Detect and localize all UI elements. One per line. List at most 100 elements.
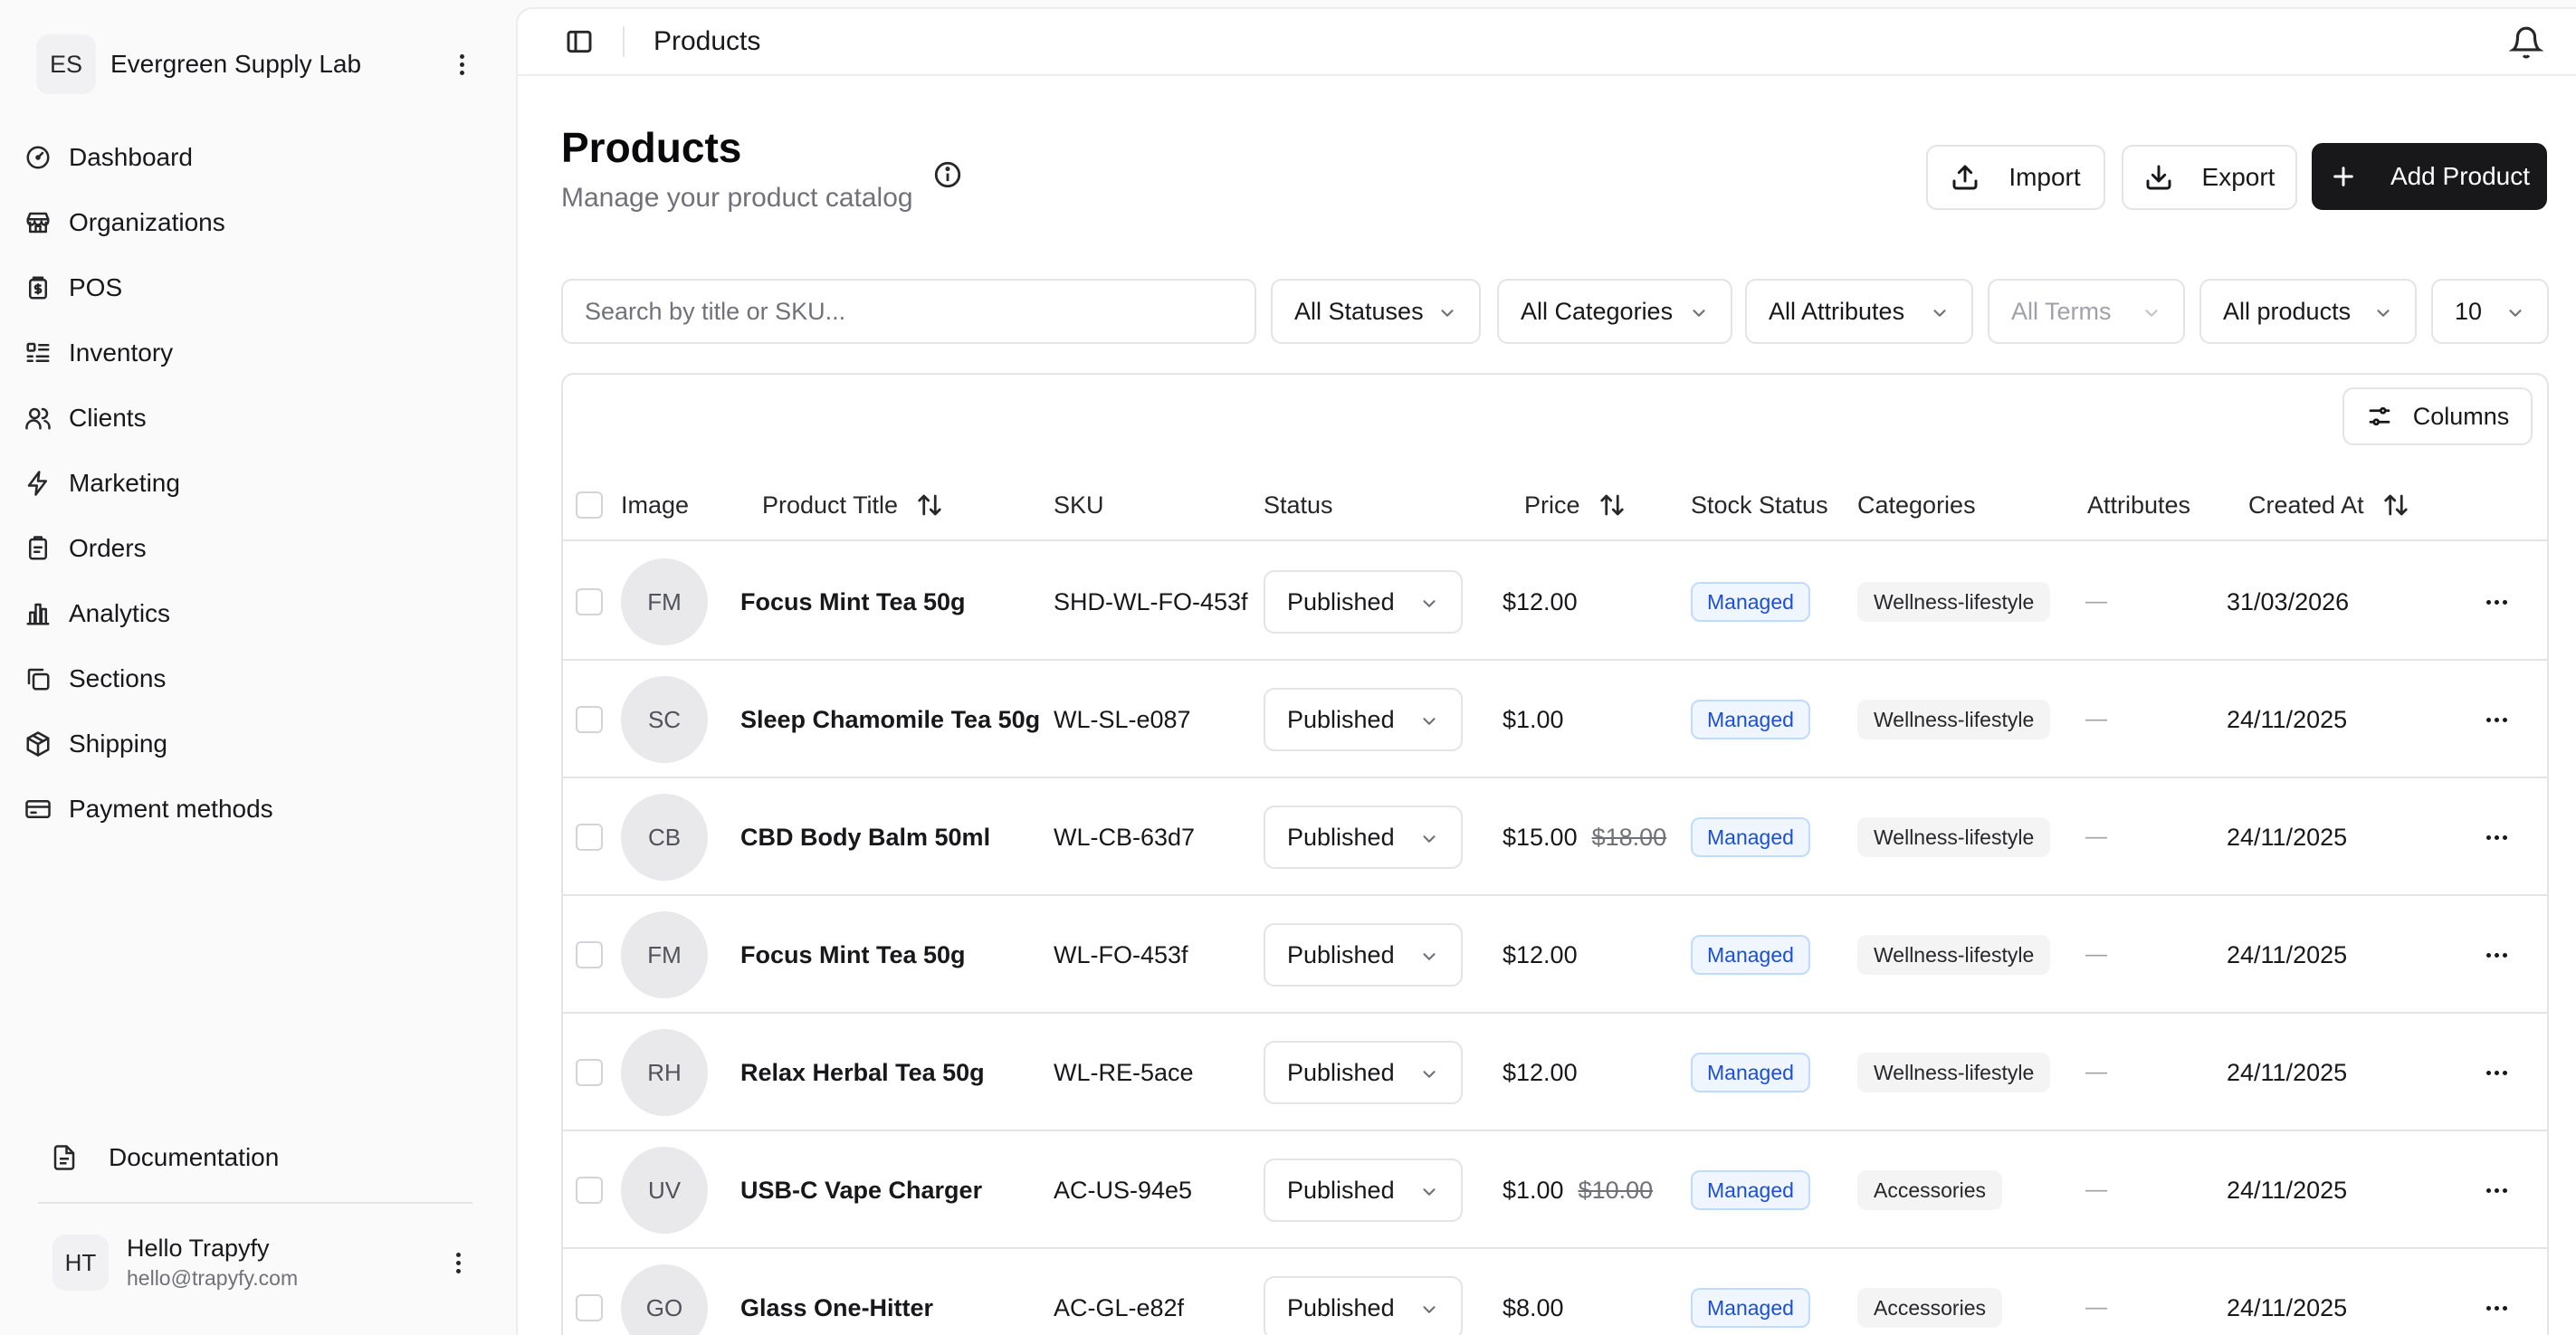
more-actions-icon[interactable] [2478,937,2514,973]
org-menu-icon[interactable] [444,46,480,82]
stock-cell: Managed [1691,543,1810,661]
chevron-down-icon [1419,1180,1439,1200]
sidebar-item-shipping[interactable]: Shipping [20,711,491,777]
product-title[interactable]: Sleep Chamomile Tea 50g [740,661,1040,778]
row-actions-cell [2478,1131,2514,1249]
more-actions-icon[interactable] [2478,1172,2514,1208]
status-cell: Published [1264,661,1463,778]
product-title[interactable]: Focus Mint Tea 50g [740,896,966,1014]
info-icon[interactable] [932,159,963,190]
stock-cell: Managed [1691,778,1810,896]
header-product-title[interactable]: Product Title [762,469,943,541]
sidebar-item-analytics[interactable]: Analytics [20,581,491,646]
page-title: Products [561,124,742,171]
add-product-button[interactable]: Add Product [2312,143,2547,210]
plus-icon [2333,167,2353,186]
status-value: Published [1287,705,1395,733]
product-attributes: — [2085,1060,2107,1084]
sidebar-item-label: Shipping [69,729,167,758]
sidebar-item-payment-methods[interactable]: Payment methods [20,777,491,842]
sidebar-item-dashboard[interactable]: Dashboard [20,125,491,190]
product-attributes: — [2085,825,2107,849]
category-filter-value: All Categories [1521,297,1674,325]
user-menu-icon[interactable] [440,1244,476,1281]
sidebar-item-marketing[interactable]: Marketing [20,451,491,516]
row-checkbox[interactable] [576,824,603,851]
sidebar-item-label: POS [69,273,123,301]
sidebar-item-orders[interactable]: Orders [20,516,491,581]
status-select[interactable]: Published [1264,570,1463,634]
status-value: Published [1287,1058,1395,1086]
price-cell: $1.00 [1503,661,1579,778]
header-price[interactable]: Price [1524,469,1626,541]
category-filter[interactable]: All Categories [1497,279,1732,344]
more-actions-icon[interactable] [2478,1290,2514,1326]
product-title[interactable]: Glass One-Hitter [740,1249,933,1335]
export-button[interactable]: Export [2122,145,2297,210]
file-icon [53,1145,75,1170]
status-select[interactable]: Published [1264,688,1463,751]
header-created-at[interactable]: Created At [2248,469,2409,541]
user-menu[interactable]: HT Hello Trapyfy hello@trapyfy.com [52,1222,476,1303]
select-all-checkbox[interactable] [576,491,603,519]
attribute-filter[interactable]: All Attributes [1745,279,1973,344]
sidebar-toggle-icon[interactable] [563,25,596,58]
product-sku: AC-US-94e5 [1054,1176,1193,1204]
sidebar-item-sections[interactable]: Sections [20,646,491,711]
status-select[interactable]: Published [1264,923,1463,987]
product-thumbnail: SC [621,676,708,763]
category-cell: Wellness-lifestyle [1857,778,2051,896]
category-badge: Wellness-lifestyle [1857,582,2051,622]
sidebar-item-label: Orders [69,534,147,562]
status-select[interactable]: Published [1264,1276,1463,1335]
row-checkbox[interactable] [576,941,603,968]
sidebar-item-label: Organizations [69,208,225,236]
sidebar-item-clients[interactable]: Clients [20,386,491,451]
more-actions-icon[interactable] [2478,1054,2514,1091]
page-size-select[interactable]: 10 [2431,279,2549,344]
import-button[interactable]: Import [1926,145,2105,210]
columns-button[interactable]: Columns [2342,387,2533,445]
table-row: RH Relax Herbal Tea 50g WL-RE-5ace Publi… [561,1014,2549,1131]
sidebar-item-label: Clients [69,404,147,432]
header-stock-status: Stock Status [1691,491,1828,519]
attribute-filter-value: All Attributes [1769,297,1905,325]
product-created-at: 24/11/2025 [2227,1058,2348,1086]
row-checkbox[interactable] [576,588,603,615]
sidebar-item-pos[interactable]: POS [20,255,491,320]
status-select[interactable]: Published [1264,1041,1463,1104]
product-attributes: — [2085,707,2107,731]
row-checkbox[interactable] [576,1294,603,1321]
status-select[interactable]: Published [1264,1159,1463,1222]
user-info: Hello Trapyfy hello@trapyfy.com [127,1235,440,1291]
org-switcher[interactable]: ES Evergreen Supply Lab [36,33,480,96]
row-checkbox[interactable] [576,706,603,733]
list-icon [24,339,52,367]
sidebar-item-inventory[interactable]: Inventory [20,320,491,386]
sidebar-item-label: Analytics [69,599,171,627]
more-actions-icon[interactable] [2478,584,2514,620]
more-actions-icon[interactable] [2478,701,2514,738]
product-title[interactable]: CBD Body Balm 50ml [740,778,990,896]
table-row: GO Glass One-Hitter AC-GL-e82f Published… [561,1249,2549,1335]
more-actions-icon[interactable] [2478,819,2514,855]
breadcrumb: Products [654,26,761,56]
product-thumbnail: FM [621,911,708,998]
sidebar-item-organizations[interactable]: Organizations [20,190,491,255]
product-title[interactable]: Relax Herbal Tea 50g [740,1014,985,1131]
sidebar-item-documentation[interactable]: Documentation [51,1126,476,1189]
product-title[interactable]: USB-C Vape Charger [740,1131,982,1249]
bell-icon[interactable] [2508,25,2545,62]
status-value: Published [1287,940,1395,968]
search-input[interactable] [561,279,1256,344]
status-filter[interactable]: All Statuses [1271,279,1481,344]
product-title[interactable]: Focus Mint Tea 50g [740,543,966,661]
row-checkbox[interactable] [576,1059,603,1086]
status-select[interactable]: Published [1264,806,1463,869]
row-checkbox[interactable] [576,1177,603,1204]
terms-filter[interactable]: All Terms [1988,279,2185,344]
chevron-down-icon [1689,301,1709,321]
price-cell: $8.00 [1503,1249,1579,1335]
sort-icon [2382,491,2409,519]
products-filter[interactable]: All products [2199,279,2417,344]
